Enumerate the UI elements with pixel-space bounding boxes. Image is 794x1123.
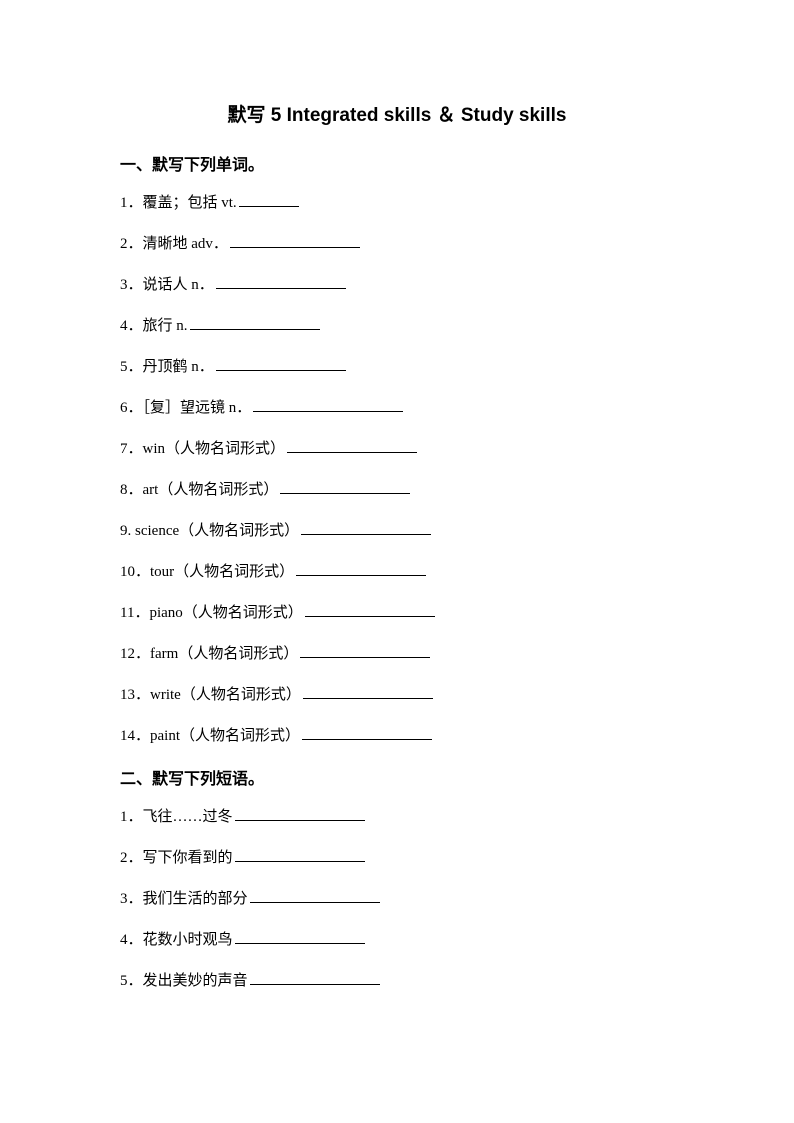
fill-blank[interactable] [253,397,403,412]
section2-item: 2．写下你看到的 [120,846,674,870]
item-text: 4．旅行 n. [120,318,188,334]
fill-blank[interactable] [216,274,346,289]
fill-blank[interactable] [250,888,380,903]
section1-heading: 一、默写下列单词。 [120,151,674,175]
section1-item: 6．［复］望远镜 n． [120,396,674,420]
section1-item: 12．farm（人物名词形式） [120,642,674,666]
section1-item: 7．win（人物名词形式） [120,437,674,461]
item-text: 1．覆盖；包括 vt. [120,195,237,211]
item-text: 13．write（人物名词形式） [120,687,301,703]
section2-item: 4．花数小时观鸟 [120,928,674,952]
fill-blank[interactable] [287,438,417,453]
item-text: 8．art（人物名词形式） [120,482,278,498]
section2-item: 3．我们生活的部分 [120,887,674,911]
item-text: 4．花数小时观鸟 [120,932,233,948]
fill-blank[interactable] [301,520,431,535]
section1-item: 9. science（人物名词形式） [120,519,674,543]
section1-item: 10．tour（人物名词形式） [120,560,674,584]
fill-blank[interactable] [216,356,346,371]
section2-item: 5．发出美妙的声音 [120,969,674,993]
fill-blank[interactable] [305,602,435,617]
item-text: 14．paint（人物名词形式） [120,728,300,744]
fill-blank[interactable] [235,847,365,862]
fill-blank[interactable] [303,684,433,699]
item-text: 12．farm（人物名词形式） [120,646,298,662]
fill-blank[interactable] [190,315,320,330]
item-text: 6．［复］望远镜 n． [120,400,251,416]
item-text: 3．说话人 n． [120,277,214,293]
fill-blank[interactable] [280,479,410,494]
fill-blank[interactable] [235,806,365,821]
fill-blank[interactable] [250,970,380,985]
section1-item: 4．旅行 n. [120,314,674,338]
item-text: 2．写下你看到的 [120,850,233,866]
section1-item: 2．清晰地 adv． [120,232,674,256]
item-text: 2．清晰地 adv． [120,236,228,252]
section1-item: 11．piano（人物名词形式） [120,601,674,625]
fill-blank[interactable] [302,725,432,740]
page-title: 默写 5 Integrated skills ＆ Study skills [120,100,674,127]
item-text: 5．发出美妙的声音 [120,973,248,989]
item-text: 9. science（人物名词形式） [120,523,299,539]
section1-item: 8．art（人物名词形式） [120,478,674,502]
section1-item: 1．覆盖；包括 vt. [120,191,674,215]
item-text: 11．piano（人物名词形式） [120,605,303,621]
item-text: 1．飞往……过冬 [120,809,233,825]
fill-blank[interactable] [230,233,360,248]
item-text: 7．win（人物名词形式） [120,441,285,457]
section2-item: 1．飞往……过冬 [120,805,674,829]
fill-blank[interactable] [296,561,426,576]
fill-blank[interactable] [300,643,430,658]
item-text: 10．tour（人物名词形式） [120,564,294,580]
fill-blank[interactable] [239,192,299,207]
section1-item: 3．说话人 n． [120,273,674,297]
fill-blank[interactable] [235,929,365,944]
section1-item: 14．paint（人物名词形式） [120,724,674,748]
section1-item: 13．write（人物名词形式） [120,683,674,707]
section2-heading: 二、默写下列短语。 [120,765,674,789]
item-text: 5．丹顶鹤 n． [120,359,214,375]
section1-item: 5．丹顶鹤 n． [120,355,674,379]
item-text: 3．我们生活的部分 [120,891,248,907]
